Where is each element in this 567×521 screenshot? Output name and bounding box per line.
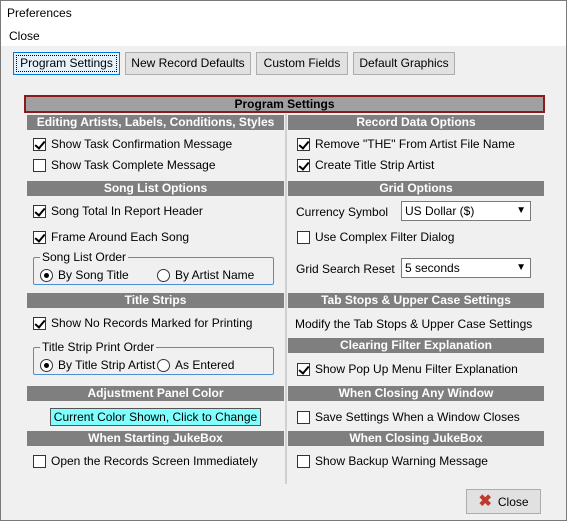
currency-label: Currency Symbol — [296, 205, 389, 219]
checkbox-unchecked-icon — [33, 158, 46, 172]
column-divider — [285, 114, 287, 484]
grid-reset-dropdown[interactable]: 5 seconds ▼ — [401, 258, 531, 278]
checkbox-unchecked-icon — [297, 454, 310, 468]
section-adjustment: Adjustment Panel Color — [27, 386, 284, 401]
menu-close[interactable]: Close — [9, 29, 40, 43]
save-settings-label: Save Settings When a Window Closes — [315, 410, 520, 424]
section-song-list: Song List Options — [27, 181, 284, 196]
checkbox-checked-icon — [33, 137, 46, 151]
no-records-label: Show No Records Marked for Printing — [51, 316, 253, 330]
chevron-down-icon: ▼ — [516, 205, 526, 216]
section-closing-jukebox: When Closing JukeBox — [288, 431, 544, 446]
section-clearing-filter: Clearing Filter Explanation — [288, 338, 544, 353]
remove-the-checkbox[interactable]: Remove "THE" From Artist File Name — [297, 136, 515, 152]
checkbox-checked-icon — [33, 204, 46, 218]
section-closing-window: When Closing Any Window — [288, 386, 544, 401]
radio-as-entered[interactable]: As Entered — [157, 358, 234, 372]
remove-the-label: Remove "THE" From Artist File Name — [315, 137, 515, 151]
backup-warning-checkbox[interactable]: Show Backup Warning Message — [297, 453, 488, 469]
tab-program-settings-label: Program Settings — [16, 55, 117, 72]
by-title-strip-artist-label: By Title Strip Artist — [58, 358, 156, 372]
create-strip-label: Create Title Strip Artist — [315, 158, 435, 172]
panel-color-button[interactable]: Current Color Shown, Click to Change — [50, 408, 261, 426]
section-record-data: Record Data Options — [288, 115, 544, 130]
tab-default-graphics[interactable]: Default Graphics — [353, 52, 455, 75]
save-settings-checkbox[interactable]: Save Settings When a Window Closes — [297, 409, 520, 425]
tab-new-record-defaults[interactable]: New Record Defaults — [125, 52, 251, 75]
section-starting: When Starting JukeBox — [27, 431, 284, 446]
radio-by-title-strip-artist[interactable]: By Title Strip Artist — [40, 358, 155, 372]
checkbox-checked-icon — [33, 316, 46, 330]
tab-custom-fields[interactable]: Custom Fields — [256, 52, 348, 75]
currency-dropdown[interactable]: US Dollar ($) ▼ — [401, 201, 531, 221]
task-complete-label: Show Task Complete Message — [51, 158, 216, 172]
radio-unselected-icon — [157, 268, 170, 282]
task-confirm-checkbox[interactable]: Show Task Confirmation Message — [33, 136, 232, 152]
frame-around-checkbox[interactable]: Frame Around Each Song — [33, 229, 189, 245]
section-tab-stops: Tab Stops & Upper Case Settings — [288, 293, 544, 308]
task-complete-checkbox[interactable]: Show Task Complete Message — [33, 157, 216, 173]
close-icon: ✖ — [478, 492, 492, 510]
menu-bar: Close — [1, 25, 566, 46]
grid-reset-label: Grid Search Reset — [296, 262, 395, 276]
as-entered-label: As Entered — [175, 358, 235, 372]
radio-by-song-title[interactable]: By Song Title — [40, 268, 129, 282]
open-records-label: Open the Records Screen Immediately — [51, 454, 258, 468]
tab-stops-link[interactable]: Modify the Tab Stops & Upper Case Settin… — [295, 317, 532, 331]
checkbox-unchecked-icon — [297, 230, 310, 244]
song-total-checkbox[interactable]: Song Total In Report Header — [33, 203, 203, 219]
section-editing: Editing Artists, Labels, Conditions, Sty… — [27, 115, 284, 130]
radio-by-artist-name[interactable]: By Artist Name — [157, 268, 254, 282]
title-strip-order-label: Title Strip Print Order — [40, 340, 157, 354]
create-strip-checkbox[interactable]: Create Title Strip Artist — [297, 157, 434, 173]
section-title-strips: Title Strips — [27, 293, 284, 308]
no-records-checkbox[interactable]: Show No Records Marked for Printing — [33, 315, 252, 331]
open-records-checkbox[interactable]: Open the Records Screen Immediately — [33, 453, 258, 469]
backup-warning-label: Show Backup Warning Message — [315, 454, 488, 468]
close-button[interactable]: ✖ Close — [466, 489, 541, 514]
popup-filter-checkbox[interactable]: Show Pop Up Menu Filter Explanation — [297, 361, 518, 377]
checkbox-checked-icon — [297, 362, 310, 376]
radio-unselected-icon — [157, 358, 170, 372]
by-song-title-label: By Song Title — [58, 268, 129, 282]
checkbox-checked-icon — [297, 137, 310, 151]
radio-selected-icon — [40, 268, 53, 282]
currency-value: US Dollar ($) — [405, 204, 475, 218]
frame-around-label: Frame Around Each Song — [51, 230, 190, 244]
song-list-order-label: Song List Order — [40, 250, 129, 264]
checkbox-checked-icon — [33, 230, 46, 244]
radio-selected-icon — [40, 358, 53, 372]
by-artist-name-label: By Artist Name — [175, 268, 255, 282]
title-bar: Preferences — [1, 1, 566, 25]
task-confirm-label: Show Task Confirmation Message — [51, 137, 233, 151]
window-title: Preferences — [7, 6, 72, 20]
complex-filter-label: Use Complex Filter Dialog — [315, 230, 455, 244]
chevron-down-icon: ▼ — [516, 262, 526, 273]
checkbox-unchecked-icon — [33, 454, 46, 468]
song-total-label: Song Total In Report Header — [51, 204, 203, 218]
section-grid: Grid Options — [288, 181, 544, 196]
checkbox-checked-icon — [297, 158, 310, 172]
grid-reset-value: 5 seconds — [405, 261, 460, 275]
main-header: Program Settings — [24, 95, 545, 113]
popup-filter-label: Show Pop Up Menu Filter Explanation — [315, 362, 518, 376]
tab-program-settings[interactable]: Program Settings — [13, 52, 120, 75]
close-button-label: Close — [497, 494, 529, 509]
checkbox-unchecked-icon — [297, 410, 310, 424]
complex-filter-checkbox[interactable]: Use Complex Filter Dialog — [297, 229, 454, 245]
